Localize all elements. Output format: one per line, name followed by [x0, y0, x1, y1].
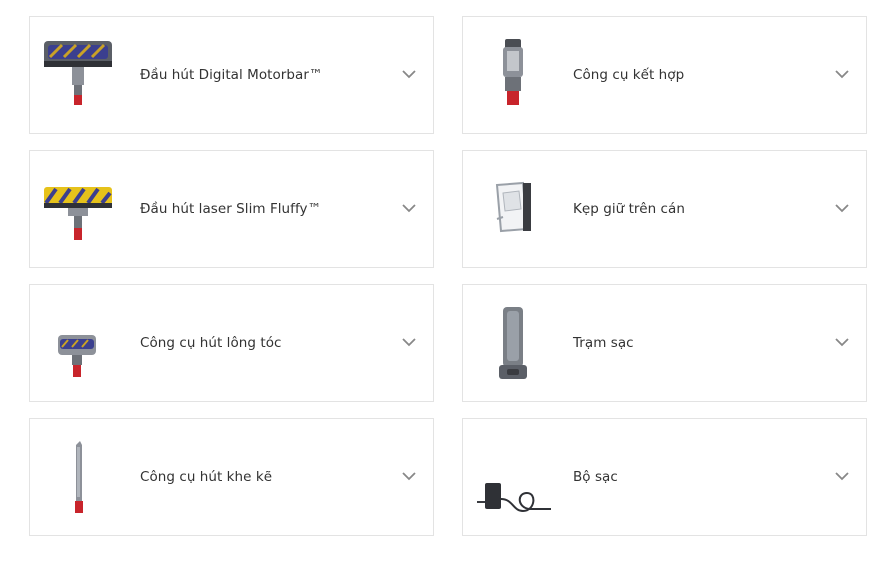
accessory-label: Công cụ hút lông tóc [140, 335, 282, 351]
chevron-down-icon[interactable] [401, 68, 417, 80]
wand-clip-icon [495, 181, 531, 233]
accessory-label: Công cụ kết hợp [573, 67, 685, 83]
accessory-card-hair-screw-tool[interactable]: Công cụ hút lông tóc [29, 284, 434, 402]
chevron-down-icon[interactable] [401, 470, 417, 482]
accessory-card-motorbar[interactable]: Đầu hút Digital Motorbar™ [29, 16, 434, 134]
accessory-label: Bộ sạc [573, 469, 618, 485]
accessory-card-charger[interactable]: Bộ sạc [462, 418, 867, 536]
charger-icon [477, 483, 551, 513]
chevron-down-icon[interactable] [834, 202, 850, 214]
accessory-label: Đầu hút Digital Motorbar™ [140, 67, 323, 83]
accessory-label: Đầu hút laser Slim Fluffy™ [140, 201, 322, 217]
chevron-down-icon[interactable] [401, 336, 417, 348]
docking-station-icon [499, 307, 527, 379]
accessory-label: Kẹp giữ trên cán [573, 201, 685, 217]
motorbar-head-icon [44, 41, 112, 105]
accessory-card-laser-slim-fluffy[interactable]: Đầu hút laser Slim Fluffy™ [29, 150, 434, 268]
accessory-card-wand-clip[interactable]: Kẹp giữ trên cán [462, 150, 867, 268]
accessory-card-docking-station[interactable]: Trạm sạc [462, 284, 867, 402]
laser-slim-fluffy-head-icon [44, 187, 112, 240]
combination-tool-icon [503, 39, 523, 105]
hair-screw-tool-icon [58, 335, 96, 377]
chevron-down-icon[interactable] [834, 470, 850, 482]
accessories-grid: Đầu hút Digital Motorbar™ Công cụ kết hợ… [0, 0, 888, 562]
chevron-down-icon[interactable] [834, 68, 850, 80]
accessory-card-crevice-tool[interactable]: Công cụ hút khe kẽ [29, 418, 434, 536]
crevice-tool-icon [75, 441, 83, 513]
accessory-label: Công cụ hút khe kẽ [140, 469, 273, 485]
chevron-down-icon[interactable] [401, 202, 417, 214]
accessory-card-combination-tool[interactable]: Công cụ kết hợp [462, 16, 867, 134]
accessory-label: Trạm sạc [573, 335, 634, 351]
chevron-down-icon[interactable] [834, 336, 850, 348]
